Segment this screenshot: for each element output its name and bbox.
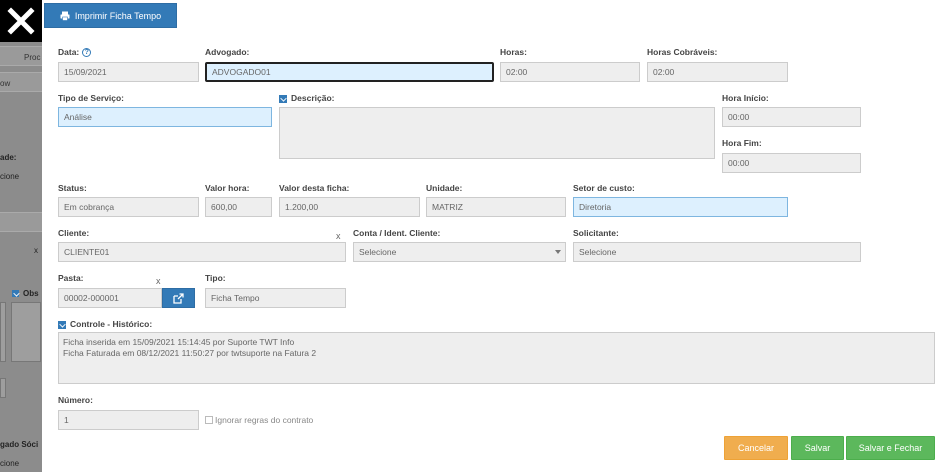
pasta-field[interactable]: 00002-000001: [58, 288, 162, 308]
tipo-field[interactable]: Ficha Tempo: [205, 288, 346, 308]
cliente-clear-button[interactable]: x: [336, 231, 341, 241]
solicitante-field[interactable]: Selecione: [573, 242, 861, 262]
data-field[interactable]: 15/09/2021: [58, 62, 199, 82]
edit-icon[interactable]: [58, 320, 66, 329]
tipo-label: Tipo:: [205, 273, 226, 283]
background-box: [0, 302, 6, 362]
background-box: [0, 378, 6, 398]
printer-icon: [60, 11, 70, 21]
save-and-close-button[interactable]: Salvar e Fechar: [846, 436, 935, 460]
background-value: cione: [0, 172, 20, 181]
cliente-label: Cliente:: [58, 228, 90, 238]
unidade-field[interactable]: MATRIZ: [426, 197, 566, 217]
advogado-field[interactable]: ADVOGADO01: [205, 62, 494, 82]
cliente-field[interactable]: CLIENTE01: [58, 242, 346, 262]
hora-fim-label: Hora Fim:: [722, 138, 762, 148]
historico-line: Ficha inserida em 15/09/2021 15:14:45 po…: [63, 337, 295, 347]
pasta-label: Pasta:: [58, 273, 84, 283]
chevron-down-icon: [555, 250, 561, 254]
open-pasta-button[interactable]: [162, 288, 195, 308]
checkbox-box: [205, 416, 213, 424]
solicitante-label: Solicitante:: [573, 228, 619, 238]
unidade-label: Unidade:: [426, 183, 463, 193]
print-ficha-label: Imprimir Ficha Tempo: [74, 10, 162, 21]
save-button[interactable]: Salvar: [791, 436, 844, 460]
advogado-label: Advogado:: [205, 47, 250, 57]
tipo-servico-label: Tipo de Serviço:: [58, 93, 124, 103]
help-icon[interactable]: ?: [82, 48, 92, 58]
cancel-button[interactable]: Cancelar: [724, 436, 788, 460]
historico-line: Ficha Faturada em 08/12/2021 11:50:27 po…: [63, 348, 317, 358]
close-icon[interactable]: [0, 0, 42, 42]
descricao-textarea[interactable]: [279, 107, 715, 159]
valor-ficha-label: Valor desta ficha:: [279, 183, 350, 193]
horas-cobraveis-label: Horas Cobráveis:: [647, 47, 718, 57]
data-label: Data:?: [58, 47, 92, 58]
valor-ficha-field[interactable]: 1.200,00: [279, 197, 420, 217]
edit-icon[interactable]: [279, 94, 287, 103]
ignorar-regras-label: Ignorar regras do contrato: [215, 415, 314, 425]
background-row: ow: [0, 72, 42, 92]
background-value: cione: [0, 459, 20, 468]
hora-inicio-field[interactable]: 00:00: [722, 107, 861, 127]
valor-hora-label: Valor hora:: [205, 183, 250, 193]
background-box: [11, 302, 41, 362]
horas-label: Horas:: [500, 47, 527, 57]
historico-label: Controle - Histórico:: [58, 319, 152, 329]
pasta-clear-button[interactable]: x: [156, 276, 161, 286]
conta-label: Conta / Ident. Cliente:: [353, 228, 441, 238]
tipo-servico-field[interactable]: Análise: [58, 107, 272, 127]
setor-custo-field[interactable]: Diretoria: [573, 197, 788, 217]
historico-textarea[interactable]: Ficha inserida em 15/09/2021 15:14:45 po…: [58, 332, 935, 384]
background-label: gado Sóci: [0, 440, 39, 449]
hora-inicio-label: Hora Início:: [722, 93, 769, 103]
ignorar-regras-checkbox[interactable]: Ignorar regras do contrato: [205, 415, 313, 425]
conta-select-value: Selecione: [359, 247, 397, 257]
external-link-icon: [173, 292, 184, 304]
print-ficha-button[interactable]: Imprimir Ficha Tempo: [44, 3, 177, 28]
background-x: x: [34, 246, 38, 255]
ficha-tempo-modal: Imprimir Ficha Tempo Data:? 15/09/2021 A…: [42, 0, 945, 472]
background-app: Proc ow ade: cione x Obs gado Sóci cione: [0, 0, 42, 472]
background-label: ade:: [0, 153, 17, 162]
background-tab-strip: Proc: [0, 46, 42, 66]
horas-cobraveis-field[interactable]: 02:00: [647, 62, 788, 82]
hora-fim-field[interactable]: 00:00: [722, 153, 861, 173]
background-row: [0, 212, 42, 232]
status-label: Status:: [58, 183, 87, 193]
descricao-label: Descrição:: [279, 93, 334, 103]
numero-field[interactable]: 1: [58, 410, 199, 430]
background-obs-label: Obs: [12, 289, 39, 298]
setor-custo-label: Setor de custo:: [573, 183, 635, 193]
horas-field[interactable]: 02:00: [500, 62, 640, 82]
numero-label: Número:: [58, 395, 93, 405]
valor-hora-field[interactable]: 600,00: [205, 197, 272, 217]
conta-select[interactable]: Selecione: [353, 242, 566, 262]
status-field[interactable]: Em cobrança: [58, 197, 199, 217]
